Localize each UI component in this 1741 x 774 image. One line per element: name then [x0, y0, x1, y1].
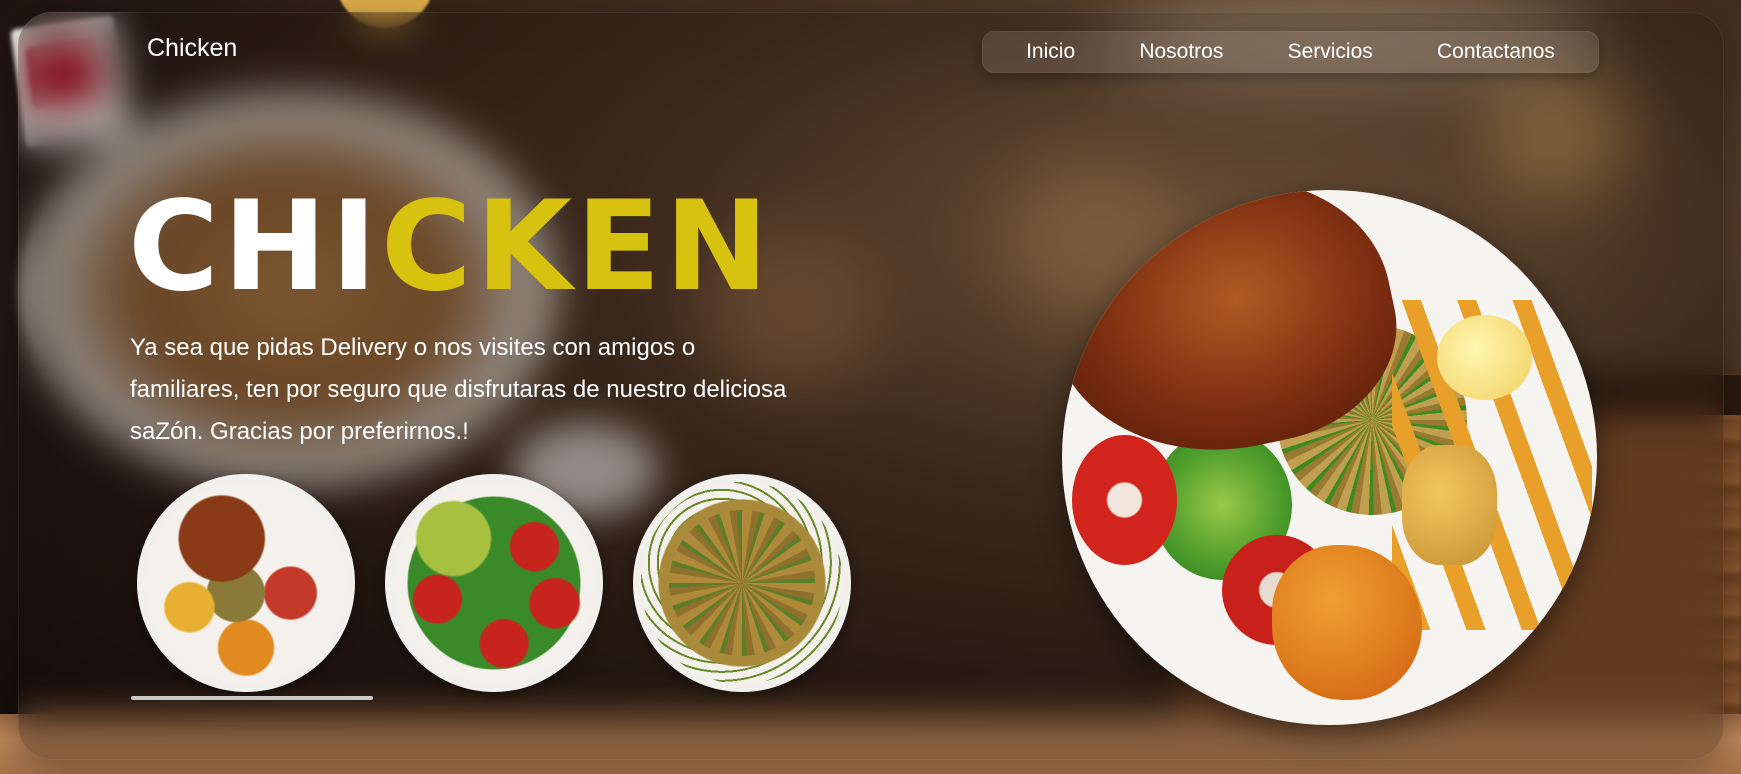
nav-link-contactanos[interactable]: Contactanos: [1437, 40, 1555, 64]
thumbnail-salad[interactable]: [385, 474, 603, 692]
hero-title-yellow: CKEN: [380, 175, 773, 319]
salad-image: [393, 482, 595, 684]
thumbnail-chicken-plate[interactable]: [137, 474, 355, 692]
hero-title-white: CHI: [128, 175, 381, 319]
nav-link-inicio[interactable]: Inicio: [1026, 40, 1075, 64]
chicken-plate-image: [145, 482, 347, 684]
hero-dish-image: [1062, 190, 1597, 725]
slider-indicator[interactable]: [131, 696, 373, 700]
main-nav: Inicio Nosotros Servicios Contactanos: [982, 31, 1599, 73]
brand-logo[interactable]: Chicken: [147, 34, 237, 63]
tomato-shape: [1072, 435, 1177, 565]
hero-description: Ya sea que pidas Delivery o nos visites …: [130, 334, 787, 445]
sauce-shape: [1402, 445, 1497, 565]
fried-rice-image: [641, 482, 843, 684]
dish-thumbnails: [137, 474, 851, 692]
nav-link-servicios[interactable]: Servicios: [1288, 40, 1373, 64]
mayo-shape: [1437, 315, 1532, 400]
hero-title: CHICKEN: [128, 185, 773, 309]
thumbnail-fried-rice[interactable]: [633, 474, 851, 692]
nav-link-nosotros[interactable]: Nosotros: [1139, 40, 1223, 64]
